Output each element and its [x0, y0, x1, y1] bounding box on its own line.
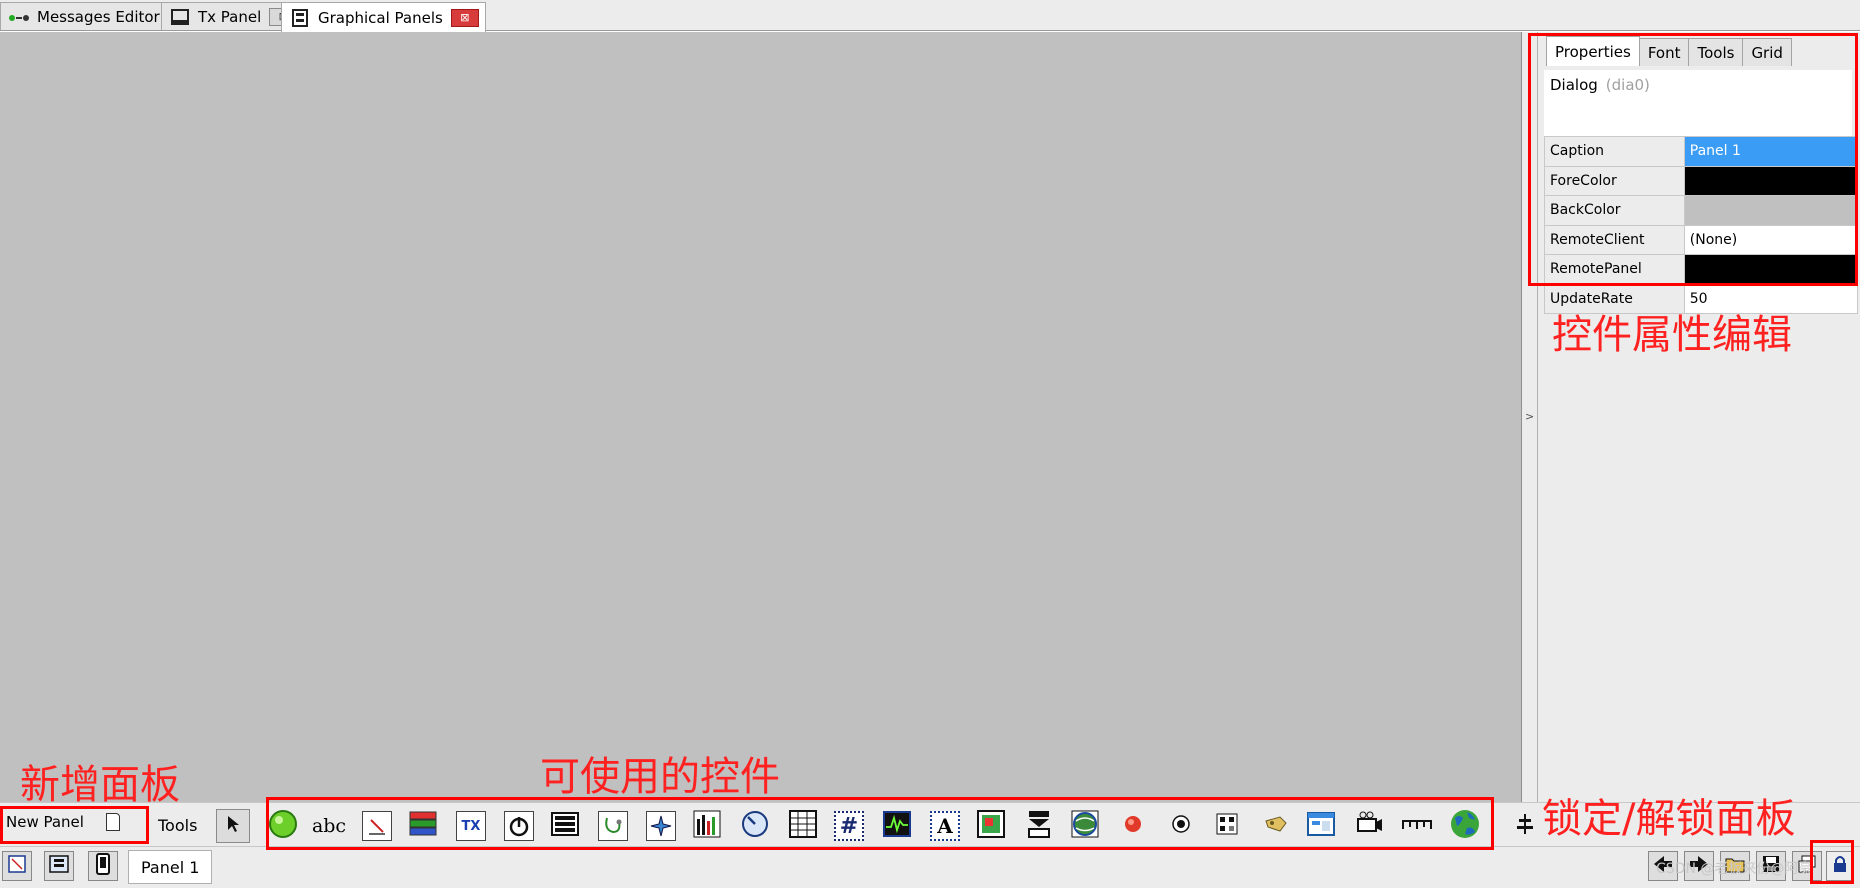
- tab-graphical-panels[interactable]: Graphical Panels ⊠: [281, 2, 486, 32]
- properties-icon: [48, 853, 70, 879]
- tx-panel-icon: [168, 7, 192, 27]
- lock-highlight-box: [1810, 840, 1854, 884]
- align-icon: [1515, 812, 1535, 840]
- tab-label: Graphical Panels: [318, 8, 443, 27]
- controls-highlight-box: [266, 797, 1494, 850]
- annotation-usable-controls: 可使用的控件: [540, 754, 780, 800]
- watermark: CSDN @老板来份@阿豪: [1656, 861, 1813, 877]
- design-mode-button[interactable]: [2, 851, 32, 881]
- status-toolbar: Panel 1: [0, 846, 1860, 888]
- properties-button[interactable]: [44, 851, 74, 881]
- device-button[interactable]: [88, 851, 118, 881]
- align-control[interactable]: [1508, 809, 1542, 843]
- panel-design-canvas[interactable]: [0, 32, 1522, 802]
- properties-highlight-box: [1528, 33, 1858, 286]
- annotation-property-edit: 控件属性编辑: [1552, 312, 1792, 358]
- tab-label: Tx Panel: [198, 7, 262, 26]
- messages-editor-icon: [7, 7, 31, 27]
- device-icon: [94, 853, 112, 879]
- pointer-tool[interactable]: [216, 809, 250, 843]
- pointer-icon: [225, 814, 241, 838]
- tab-properties[interactable]: Properties: [1546, 36, 1640, 66]
- tab-label: Messages Editor: [37, 7, 160, 26]
- expand-icon[interactable]: >: [1525, 410, 1534, 423]
- panel-tab[interactable]: Panel 1: [128, 850, 213, 884]
- annotation-new-panel: 新增面板: [20, 762, 180, 808]
- graphical-panels-icon: [288, 8, 312, 28]
- annotation-lock-unlock: 锁定/解锁面板: [1542, 796, 1796, 842]
- tools-label: Tools: [158, 816, 198, 835]
- document-tab-bar: Messages Editor ⊠ Tx Panel ⊠ Graphical P…: [0, 0, 1860, 32]
- close-icon[interactable]: ⊠: [450, 8, 479, 27]
- design-icon: [7, 854, 27, 878]
- new-panel-highlight-box: [0, 806, 149, 844]
